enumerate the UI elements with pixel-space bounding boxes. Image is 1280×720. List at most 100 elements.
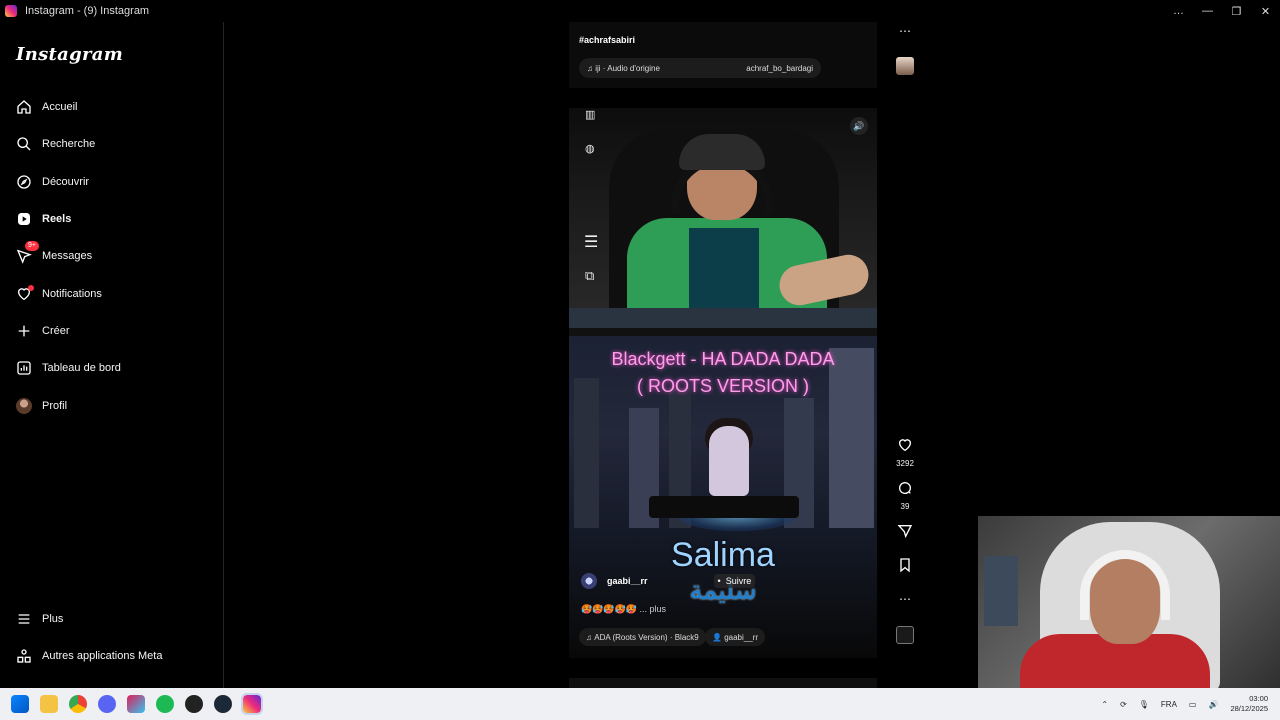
clock-time: 03:00 [1249, 694, 1268, 703]
save-button[interactable] [893, 557, 917, 578]
sidebar-item-messages[interactable]: 9+ Messages [16, 241, 92, 268]
dashboard-icon [16, 360, 32, 376]
stats-icon[interactable]: ▥ [585, 108, 595, 121]
capcut-icon[interactable] [127, 695, 145, 713]
follow-button[interactable]: • Suivre [713, 574, 756, 588]
sidebar-item-label: Recherche [42, 138, 96, 150]
sidebar-item-notifications[interactable]: Notifications [16, 282, 102, 306]
spotify-icon[interactable] [156, 695, 174, 713]
sidebar-item-autres-applications-meta[interactable]: Autres applications Meta [16, 644, 162, 668]
compass-icon [16, 174, 32, 190]
network-icon[interactable]: ▭ [1189, 700, 1197, 709]
globe-icon[interactable]: ◍ [585, 142, 595, 155]
more-options-icon[interactable]: ⋯ [893, 24, 917, 38]
reel-caption[interactable]: 🥵🥵🥵🥵🥵 ... plus [581, 604, 666, 615]
hashtag-link[interactable]: #achrafsabiri [579, 35, 635, 45]
audio-pill[interactable]: ♫ ADA (Roots Version) · Black9 [579, 628, 706, 646]
layout-icon[interactable]: ⧉ [585, 268, 594, 284]
music-note-icon: ♫ [586, 632, 595, 642]
close-button[interactable]: ✕ [1251, 0, 1280, 22]
reel-video-top: ▥ ◍ ☰ ⧉ 🔊 [569, 108, 877, 328]
messages-badge: 9+ [25, 241, 39, 251]
messenger-icon: 9+ [16, 241, 39, 264]
like-button[interactable]: 3292 [893, 437, 917, 468]
reel-video[interactable]: ▥ ◍ ☰ ⧉ 🔊 Blackgett - HA DADA DADA ( ROO… [569, 108, 877, 658]
more-options-icon[interactable]: … [1164, 0, 1193, 22]
sync-icon[interactable]: ⟳ [1120, 700, 1127, 709]
reel-username[interactable]: gaabi__rr [607, 576, 648, 586]
video-text-title: Blackgett - HA DADA DADA ( ROOTS VERSION… [611, 349, 835, 396]
avatar [16, 398, 32, 414]
share-button[interactable] [893, 523, 917, 544]
tagged-username: gaabi__rr [724, 632, 758, 642]
sidebar-item-plus[interactable]: Plus [16, 607, 63, 631]
window-title: Instagram - (9) Instagram [25, 5, 150, 17]
sidebar-item-decouvrir[interactable]: Découvrir [16, 170, 89, 194]
heart-icon [899, 439, 911, 452]
like-count: 3292 [896, 459, 914, 468]
tagged-user-pill[interactable]: 👤 gaabi__rr [705, 628, 765, 646]
clock[interactable]: 03:00 28/12/2025 [1230, 694, 1268, 714]
comment-button[interactable]: 39 [893, 480, 917, 511]
avatar[interactable] [581, 573, 597, 589]
file-explorer-icon[interactable] [40, 695, 58, 713]
more-options-icon[interactable]: ⋯ [893, 592, 917, 606]
steam-icon[interactable] [214, 695, 232, 713]
discord-icon[interactable] [98, 695, 116, 713]
restore-button[interactable]: ❐ [1222, 0, 1251, 22]
clock-date: 28/12/2025 [1230, 704, 1268, 713]
search-icon [16, 136, 32, 152]
reel-author-row: gaabi__rr • Suivre [581, 573, 756, 589]
home-icon [16, 99, 32, 115]
menu-icon[interactable]: ☰ [584, 232, 598, 252]
instagram-app-icon [5, 5, 17, 17]
system-tray: ⌃ ⟳ 🎙 FRA ▭ 🔊 03:00 28/12/2025 [1101, 688, 1280, 720]
send-icon [897, 525, 913, 539]
sidebar-item-profil[interactable]: Profil [16, 394, 67, 418]
window-controls: … — ❐ ✕ [1164, 0, 1280, 22]
audio-name: iji · Audio d'origine [595, 63, 660, 73]
chrome-icon[interactable] [69, 695, 87, 713]
plus-icon [16, 323, 32, 339]
audio-thumbnail[interactable] [896, 626, 914, 644]
obs-icon[interactable] [185, 695, 203, 713]
video-text-name: Salima [671, 536, 775, 574]
instagram-taskbar-icon[interactable] [241, 693, 263, 715]
comment-icon [899, 482, 912, 494]
audio-thumbnail[interactable] [896, 57, 914, 75]
sidebar-item-accueil[interactable]: Accueil [16, 95, 77, 119]
meta-apps-icon [16, 648, 32, 664]
previous-reel[interactable] [569, 22, 877, 88]
reels-icon [16, 211, 32, 227]
windows-start-icon[interactable] [11, 695, 29, 713]
microphone-icon[interactable]: 🎙 [1139, 700, 1149, 709]
window-titlebar: Instagram - (9) Instagram … — ❐ ✕ [0, 0, 1280, 22]
audio-pill[interactable]: ♫ iji · Audio d'origine achraf_bo_bardag… [579, 58, 821, 78]
sidebar-item-label: Tableau de bord [42, 362, 121, 374]
volume-icon[interactable]: 🔊 [1208, 700, 1218, 709]
minimize-button[interactable]: — [1193, 0, 1222, 22]
audio-name: ADA (Roots Version) · Black9 [594, 632, 699, 642]
user-icon: 👤 [712, 632, 725, 642]
webcam-overlay [978, 516, 1280, 688]
sidebar-item-label: Notifications [42, 288, 102, 300]
menu-icon [16, 611, 32, 627]
sidebar-item-creer[interactable]: Créer [16, 319, 70, 343]
volume-icon[interactable]: 🔊 [850, 117, 868, 135]
language-indicator[interactable]: FRA [1161, 700, 1177, 709]
sidebar-item-reels[interactable]: Reels [16, 207, 71, 231]
sidebar-item-recherche[interactable]: Recherche [16, 132, 95, 156]
sidebar-item-label: Autres applications Meta [42, 650, 163, 662]
sidebar-item-label: Plus [42, 613, 64, 625]
sidebar-item-label: Découvrir [42, 176, 90, 188]
audio-author: achraf_bo_bardagi [746, 63, 813, 73]
sidebar-item-label: Profil [42, 400, 68, 412]
sidebar-item-tableau-de-bord[interactable]: Tableau de bord [16, 356, 121, 380]
sidebar-item-label: Accueil [42, 101, 78, 113]
heart-icon [16, 285, 34, 302]
next-reel[interactable] [569, 678, 877, 688]
music-note-icon: ♫ [587, 63, 596, 73]
chevron-up-icon[interactable]: ⌃ [1101, 700, 1108, 709]
instagram-logo[interactable]: Instagram [16, 44, 123, 65]
windows-taskbar: ⌃ ⟳ 🎙 FRA ▭ 🔊 03:00 28/12/2025 [0, 688, 1280, 720]
